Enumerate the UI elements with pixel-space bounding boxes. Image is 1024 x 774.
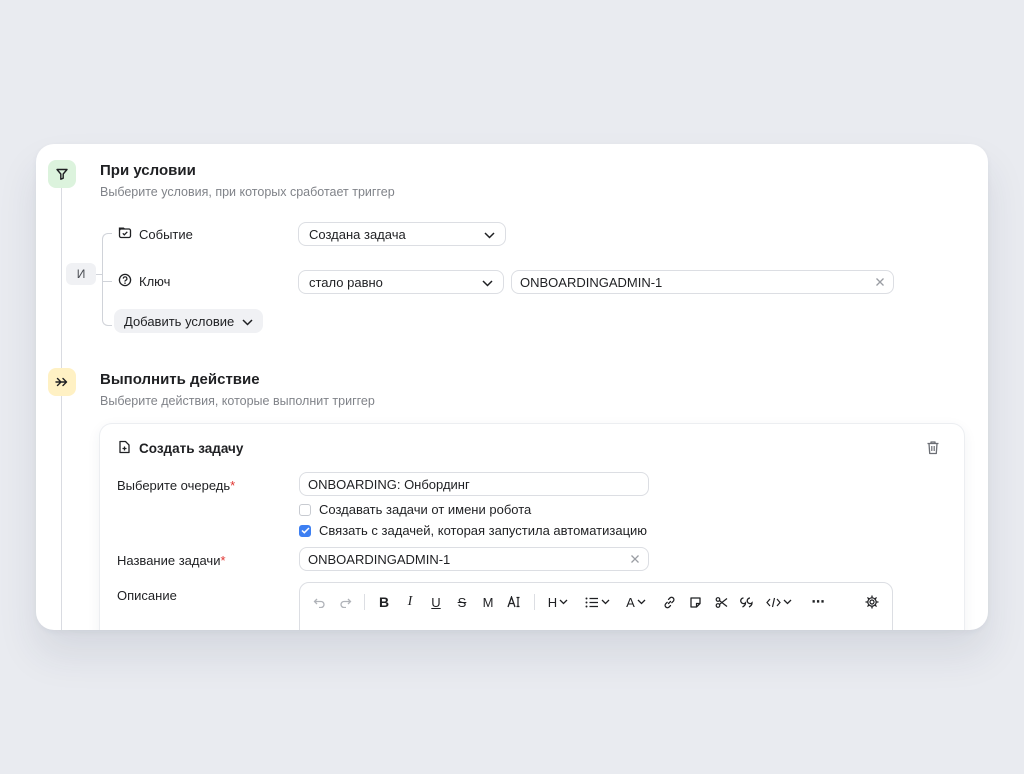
- bold-icon[interactable]: B: [373, 583, 395, 621]
- create-task-title: Создать задачу: [139, 441, 244, 456]
- clear-icon[interactable]: [630, 552, 640, 567]
- question-icon: [118, 273, 132, 290]
- required-mark: *: [230, 478, 236, 493]
- code-icon: [766, 597, 781, 607]
- condition-bracket: [102, 233, 112, 274]
- action-section-subtitle: Выберите действия, которые выполнит триг…: [100, 394, 375, 408]
- task-name-input[interactable]: ONBOARDINGADMIN-1: [299, 547, 649, 571]
- heading-dropdown[interactable]: H: [544, 583, 572, 621]
- condition-row-key: Ключ: [118, 273, 170, 290]
- robot-checkbox[interactable]: [299, 503, 311, 516]
- text-style-icon[interactable]: [503, 583, 525, 621]
- chevron-down-icon: [637, 599, 646, 605]
- condition-label-key: Ключ: [139, 274, 171, 289]
- toolbar-divider: [534, 594, 535, 610]
- condition-bracket: [96, 274, 102, 275]
- event-icon: [118, 226, 132, 243]
- condition-bracket: [102, 281, 112, 282]
- quote-icon[interactable]: [736, 583, 758, 621]
- code-dropdown[interactable]: [764, 583, 794, 621]
- list-dropdown[interactable]: [582, 583, 612, 621]
- chevron-down-icon: [559, 599, 568, 605]
- redo-icon[interactable]: [334, 583, 356, 621]
- action-section-title: Выполнить действие: [100, 371, 260, 388]
- trigger-editor-card: При условии Выберите условия, при которы…: [36, 144, 988, 630]
- text-color-dropdown[interactable]: A: [622, 583, 650, 621]
- key-operator-select[interactable]: стало равно: [298, 270, 504, 294]
- condition-row-event: Событие: [118, 226, 193, 243]
- required-mark: *: [220, 553, 226, 568]
- file-plus-icon: [118, 440, 131, 457]
- condition-section-subtitle: Выберите условия, при которых сработает …: [100, 185, 395, 199]
- note-icon[interactable]: [684, 583, 706, 621]
- key-value-input[interactable]: ONBOARDINGADMIN-1: [511, 270, 894, 294]
- condition-section-title: При условии: [100, 162, 196, 179]
- filter-icon: [48, 160, 76, 188]
- robot-checkbox-label: Создавать задачи от имени робота: [319, 502, 532, 517]
- robot-checkbox-row[interactable]: Создавать задачи от имени робота: [299, 502, 531, 517]
- double-arrow-icon: [48, 368, 76, 396]
- queue-label-text: Выберите очередь: [117, 478, 231, 493]
- heading-label: H: [547, 594, 558, 610]
- task-name-label-text: Название задачи: [117, 553, 221, 568]
- description-editor[interactable]: B I U S M H A ⋯: [299, 582, 893, 630]
- text-color-label: A: [626, 594, 635, 610]
- scissors-icon[interactable]: [710, 583, 732, 621]
- underline-icon[interactable]: U: [425, 583, 447, 621]
- create-task-action-card: Создать задачу Выберите очередь* ONBOARD…: [100, 424, 964, 630]
- chevron-down-icon: [482, 275, 493, 290]
- link-checkbox-row[interactable]: Связать с задачей, которая запустила авт…: [299, 523, 647, 538]
- create-task-header: Создать задачу: [118, 440, 243, 457]
- clear-icon[interactable]: [875, 275, 885, 290]
- toolbar-divider: [364, 594, 365, 610]
- chevron-down-icon: [484, 227, 495, 242]
- add-condition-label: Добавить условие: [124, 313, 235, 329]
- add-condition-button[interactable]: Добавить условие: [114, 309, 264, 333]
- timeline-line: [61, 188, 62, 630]
- undo-icon[interactable]: [308, 583, 330, 621]
- queue-label: Выберите очередь*: [117, 478, 235, 493]
- more-icon[interactable]: ⋯: [807, 583, 829, 621]
- description-label: Описание: [117, 588, 177, 603]
- event-select-value: Создана задача: [309, 226, 406, 242]
- key-value-text: ONBOARDINGADMIN-1: [520, 274, 663, 290]
- task-name-label: Название задачи*: [117, 553, 226, 568]
- list-icon: [585, 597, 598, 607]
- italic-icon[interactable]: I: [399, 583, 421, 621]
- chevron-down-icon: [242, 314, 253, 329]
- link-icon[interactable]: [658, 583, 680, 621]
- chevron-down-icon: [601, 599, 609, 605]
- event-select[interactable]: Создана задача: [298, 222, 506, 246]
- link-checkbox-label: Связать с задачей, которая запустила авт…: [319, 523, 648, 538]
- trash-icon[interactable]: [926, 440, 940, 460]
- monospace-icon[interactable]: M: [477, 583, 499, 621]
- and-operator-badge[interactable]: И: [66, 263, 96, 285]
- link-checkbox[interactable]: [299, 524, 311, 537]
- task-name-value: ONBOARDINGADMIN-1: [308, 551, 451, 567]
- queue-select[interactable]: ONBOARDING: Онбординг: [299, 472, 649, 496]
- key-operator-value: стало равно: [309, 274, 383, 290]
- chevron-down-icon: [783, 599, 792, 605]
- condition-label-event: Событие: [139, 227, 193, 242]
- strikethrough-icon[interactable]: S: [451, 583, 473, 621]
- queue-value: ONBOARDING: Онбординг: [308, 476, 470, 492]
- gear-icon[interactable]: [861, 583, 883, 621]
